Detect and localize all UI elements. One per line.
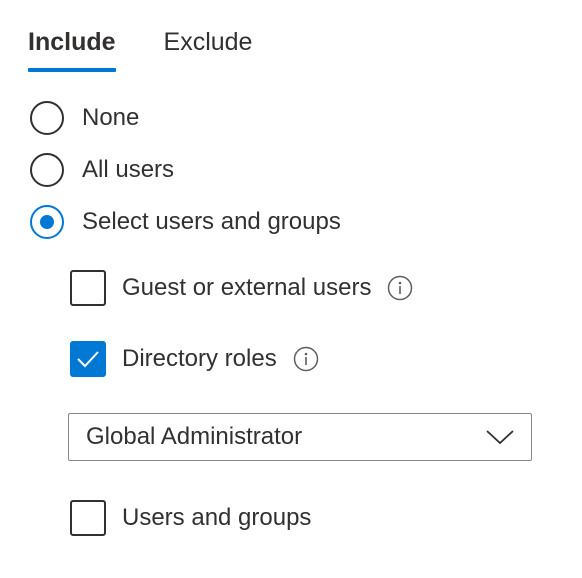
radio-selected-dot — [40, 215, 54, 229]
tab-exclude[interactable]: Exclude — [164, 22, 253, 72]
include-exclude-tabs: Include Exclude — [28, 22, 252, 72]
radio-all-users[interactable] — [30, 153, 64, 187]
users-and-groups-checkbox[interactable] — [70, 500, 106, 536]
radio-select-users-and-groups[interactable] — [30, 205, 64, 239]
tab-include[interactable]: Include — [28, 22, 116, 72]
radio-none[interactable] — [30, 101, 64, 135]
guest-external-users-checkbox[interactable] — [70, 270, 106, 306]
radio-none-label: None — [82, 104, 140, 131]
directory-roles-label: Directory roles — [122, 345, 277, 372]
info-icon[interactable] — [293, 346, 319, 372]
radio-select-users-option[interactable]: Select users and groups — [30, 205, 341, 239]
users-and-groups-option: Users and groups — [70, 500, 311, 536]
radio-none-option[interactable]: None — [30, 101, 139, 135]
info-icon[interactable] — [387, 275, 413, 301]
directory-roles-dropdown[interactable]: Global Administrator — [68, 413, 532, 461]
checkmark-icon — [77, 351, 99, 368]
radio-select-users-label: Select users and groups — [82, 208, 341, 235]
directory-roles-checkbox[interactable] — [70, 341, 106, 377]
guest-external-users-label: Guest or external users — [122, 274, 372, 301]
dropdown-selected-value: Global Administrator — [86, 423, 303, 450]
users-and-groups-label: Users and groups — [122, 504, 312, 531]
radio-all-users-label: All users — [82, 156, 175, 183]
chevron-down-icon — [485, 428, 515, 446]
guest-external-users-option: Guest or external users — [70, 270, 413, 306]
radio-all-users-option[interactable]: All users — [30, 153, 174, 187]
directory-roles-option: Directory roles — [70, 341, 319, 377]
